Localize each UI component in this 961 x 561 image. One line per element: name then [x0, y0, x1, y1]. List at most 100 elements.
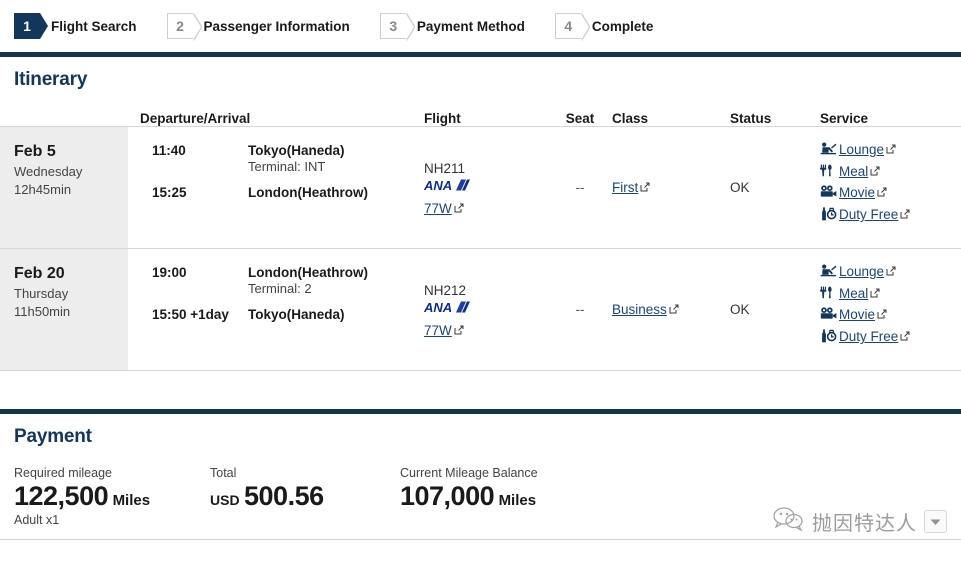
- service-link-movie[interactable]: Movie: [839, 185, 875, 200]
- step-payment-method[interactable]: 3 Payment Method: [379, 13, 525, 40]
- arrival-airport: London(Heathrow): [248, 185, 368, 200]
- step-number-4: 4: [564, 18, 573, 34]
- step-number-2: 2: [176, 18, 184, 34]
- service-item-meal[interactable]: Meal: [820, 284, 961, 304]
- flight-number: NH211: [424, 161, 466, 176]
- external-link-icon: [870, 166, 880, 176]
- segment-block: 11:40 Tokyo(Haneda) Terminal: INT 15:25 …: [140, 127, 424, 200]
- external-link-icon: [870, 288, 880, 298]
- external-link-icon: [877, 309, 887, 319]
- required-mileage-unit: Miles: [112, 492, 151, 509]
- meal-icon: [820, 162, 839, 177]
- duty-free-icon: [820, 205, 839, 221]
- service-link-duty-free[interactable]: Duty Free: [839, 329, 898, 344]
- external-link-icon: [886, 144, 896, 154]
- duty-free-icon: [820, 327, 839, 343]
- total-amount: 500.56: [244, 481, 324, 511]
- lounge-icon: [820, 140, 839, 155]
- column-header-status: Status: [730, 111, 772, 126]
- flight-number: NH212: [424, 283, 467, 298]
- payment-title: Payment: [14, 426, 92, 447]
- arrival-time: 15:25: [152, 185, 187, 200]
- flight-date: Feb 5: [14, 143, 56, 160]
- column-header-class: Class: [612, 111, 649, 126]
- step-arrow-2: [192, 14, 201, 40]
- step-flight-search[interactable]: 1 Flight Search: [14, 13, 137, 39]
- table-row: Feb 20 Thursday 11h50min 19:00 London(He…: [0, 249, 961, 371]
- service-link-lounge[interactable]: Lounge: [839, 142, 884, 157]
- passenger-count-note: Adult x1: [14, 513, 60, 527]
- service-item-meal[interactable]: Meal: [820, 162, 961, 182]
- external-link-icon: [640, 182, 650, 192]
- arrival-airport: Tokyo(Haneda): [248, 307, 345, 322]
- seat-value: --: [575, 180, 585, 195]
- service-link-meal[interactable]: Meal: [839, 164, 868, 179]
- step-arrow-1: [40, 13, 48, 39]
- flight-date-cell: Feb 5 Wednesday 12h45min: [0, 127, 128, 248]
- departure-arrival-cell: 11:40 Tokyo(Haneda) Terminal: INT 15:25 …: [128, 127, 424, 248]
- service-item-movie[interactable]: Movie: [820, 305, 961, 325]
- itinerary-column-headers: Departure/Arrival Flight Seat Class Stat…: [0, 101, 961, 127]
- itinerary-title: Itinerary: [14, 69, 88, 90]
- seat-value: --: [575, 302, 585, 317]
- mileage-balance-amount: 107,000: [400, 481, 495, 511]
- step-badge-1: 1: [14, 13, 48, 39]
- service-item-lounge[interactable]: Lounge: [820, 262, 961, 282]
- table-row: Feb 5 Wednesday 12h45min 11:40 Tokyo(Han…: [0, 127, 961, 249]
- step-passenger-information[interactable]: 2 Passenger Information: [166, 13, 350, 40]
- flight-date-cell: Feb 20 Thursday 11h50min: [0, 249, 128, 370]
- flight-duration: 11h50min: [14, 304, 71, 320]
- service-link-meal[interactable]: Meal: [839, 286, 868, 301]
- service-item-lounge[interactable]: Lounge: [820, 140, 961, 160]
- flight-cell: NH212 ANA 77W: [424, 249, 548, 370]
- flight-date: Feb 20: [14, 265, 65, 282]
- watermark-text: 抛因特达人: [812, 511, 917, 535]
- column-header-flight: Flight: [424, 111, 461, 126]
- movie-icon: [820, 305, 839, 320]
- step-badge-4: 4: [554, 13, 589, 40]
- aircraft-type-link[interactable]: 77W: [424, 323, 452, 338]
- step-complete[interactable]: 4 Complete: [554, 13, 654, 40]
- wechat-icon: [773, 506, 805, 537]
- total-currency: USD: [210, 492, 240, 508]
- service-item-movie[interactable]: Movie: [820, 183, 961, 203]
- column-header-departure-arrival: Departure/Arrival: [140, 111, 251, 126]
- progress-steps: 1 Flight Search 2 Passenger Information …: [0, 0, 961, 52]
- external-link-icon: [454, 325, 464, 335]
- service-item-duty-free[interactable]: Duty Free: [820, 205, 961, 225]
- departure-airport: London(Heathrow): [248, 265, 368, 280]
- chevron-down-icon[interactable]: [924, 510, 947, 533]
- ana-logo-icon: ANA: [424, 301, 470, 314]
- status-value: OK: [730, 302, 750, 317]
- service-link-movie[interactable]: Movie: [839, 307, 875, 322]
- flight-weekday: Thursday: [14, 286, 69, 302]
- step-number-3: 3: [389, 18, 398, 34]
- cabin-class-link[interactable]: Business: [612, 302, 667, 317]
- aircraft-type-link[interactable]: 77W: [424, 201, 452, 216]
- class-cell: First: [612, 127, 730, 248]
- svg-text:ANA: ANA: [424, 179, 452, 192]
- departure-time: 11:40: [152, 143, 186, 158]
- departure-terminal: Terminal: INT: [248, 159, 326, 174]
- step-arrow-4: [580, 14, 589, 40]
- status-value: OK: [730, 180, 750, 195]
- service-link-lounge[interactable]: Lounge: [839, 264, 884, 279]
- external-link-icon: [886, 266, 896, 276]
- service-cell: Lounge Meal Movie Duty Free: [820, 127, 961, 248]
- movie-icon: [820, 183, 839, 198]
- service-item-duty-free[interactable]: Duty Free: [820, 327, 961, 347]
- total-cell: Total USD 500.56: [210, 466, 400, 527]
- step-label-flight-search: Flight Search: [51, 18, 137, 34]
- service-link-duty-free[interactable]: Duty Free: [839, 207, 898, 222]
- departure-arrival-cell: 19:00 London(Heathrow) Terminal: 2 15:50…: [128, 249, 424, 370]
- step-badge-3: 3: [379, 13, 414, 40]
- ana-logo-icon: ANA: [424, 179, 470, 192]
- step-label-complete: Complete: [591, 18, 654, 34]
- watermark: 抛因特达人: [773, 506, 947, 537]
- required-mileage-cell: Required mileage 122,500 Miles Adult x1: [14, 466, 210, 527]
- external-link-icon: [877, 187, 887, 197]
- required-mileage-amount: 122,500: [14, 481, 109, 511]
- cabin-class-link[interactable]: First: [612, 180, 638, 195]
- external-link-icon: [900, 331, 910, 341]
- column-header-seat: Seat: [565, 111, 595, 126]
